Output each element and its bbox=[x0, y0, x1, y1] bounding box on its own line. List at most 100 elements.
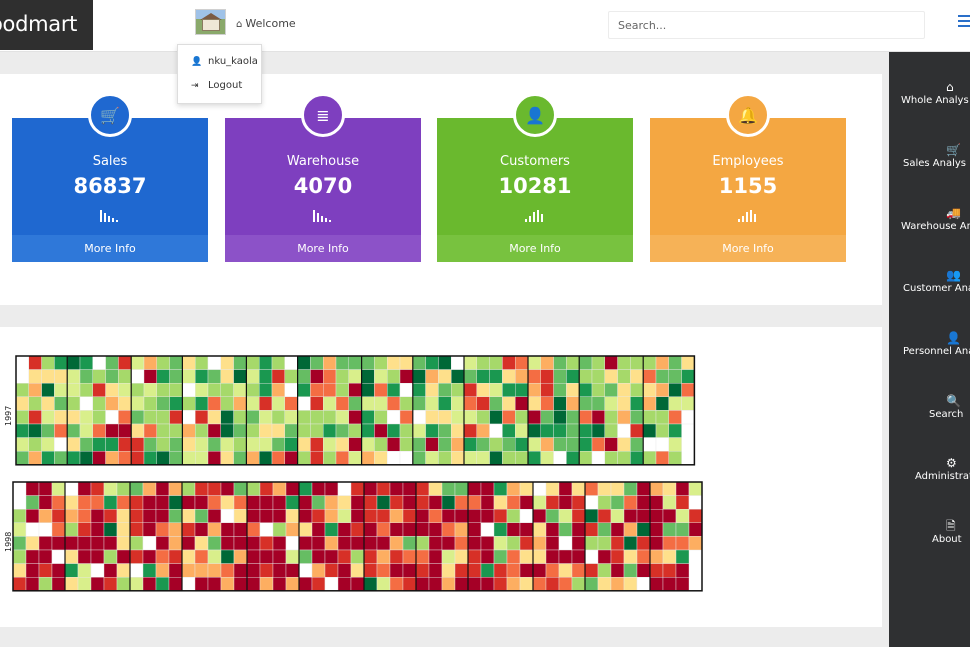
calendar-day-cell bbox=[591, 437, 606, 452]
calendar-day-cell bbox=[335, 450, 350, 465]
calendar-day-cell bbox=[545, 508, 560, 523]
calendar-day-cell bbox=[105, 383, 119, 398]
calendar-day-cell bbox=[489, 383, 503, 398]
calendar-day-cell bbox=[584, 563, 599, 578]
calendar-day-cell bbox=[105, 410, 119, 425]
calendar-day-cell bbox=[246, 355, 260, 370]
calendar-day-cell bbox=[12, 536, 27, 551]
calendar-day-cell bbox=[493, 495, 508, 510]
sidebar-item-whole-analysis[interactable]: ⌂ Whole Analys bbox=[889, 80, 970, 140]
sidebar-item-search[interactable]: 🔍 Search bbox=[889, 394, 970, 454]
calendar-day-cell bbox=[207, 522, 222, 537]
calendar-day-cell bbox=[233, 355, 247, 370]
calendar-day-cell bbox=[519, 481, 534, 496]
calendar-day-cell bbox=[604, 383, 618, 398]
calendar-day-cell bbox=[527, 437, 542, 452]
calendar-day-cell bbox=[630, 383, 644, 398]
calendar-day-cell bbox=[25, 576, 40, 591]
welcome-menu[interactable]: ⌂ Welcome bbox=[236, 17, 296, 30]
calendar-day-cell bbox=[28, 383, 42, 398]
calendar-day-cell bbox=[399, 423, 414, 438]
calendar-day-cell bbox=[480, 549, 495, 564]
calendar-day-cell bbox=[415, 549, 430, 564]
calendar-day-cell bbox=[558, 522, 573, 537]
more-info-link[interactable]: More Info bbox=[12, 235, 208, 262]
brand-logo[interactable]: oodmart bbox=[0, 0, 93, 50]
sidebar-item-personnel-analysis[interactable]: 👤 Personnel Anal bbox=[889, 331, 970, 391]
calendar-day-cell bbox=[361, 410, 375, 425]
calendar-day-cell bbox=[220, 563, 235, 578]
more-info-link[interactable]: More Info bbox=[225, 235, 421, 262]
calendar-day-cell bbox=[623, 481, 638, 496]
calendar-day-cell bbox=[675, 522, 690, 537]
calendar-day-cell bbox=[402, 576, 417, 591]
calendar-day-cell bbox=[311, 522, 326, 537]
calendar-day-cell bbox=[28, 437, 42, 452]
calendar-day-cell bbox=[348, 396, 362, 411]
calendar-day-cell bbox=[415, 536, 430, 551]
calendar-day-cell bbox=[130, 410, 145, 425]
calendar-day-cell bbox=[668, 410, 682, 425]
avatar[interactable] bbox=[195, 9, 226, 35]
dropdown-item-logout[interactable]: ⇥ Logout bbox=[191, 80, 242, 91]
calendar-day-cell bbox=[79, 396, 94, 411]
calendar-day-cell bbox=[623, 563, 638, 578]
menu-toggle-icon[interactable] bbox=[958, 15, 970, 30]
calendar-day-cell bbox=[246, 536, 261, 551]
calendar-year-1998 bbox=[12, 481, 703, 592]
calendar-day-cell bbox=[169, 396, 183, 411]
calendar-day-cell bbox=[553, 369, 567, 384]
calendar-day-cell bbox=[374, 355, 388, 370]
search-input[interactable] bbox=[608, 11, 925, 39]
calendar-day-cell bbox=[412, 383, 426, 398]
calendar-day-cell bbox=[688, 481, 703, 496]
calendar-day-cell bbox=[220, 383, 234, 398]
user-icon: 👤 bbox=[513, 93, 557, 137]
calendar-day-cell bbox=[233, 522, 248, 537]
calendar-day-cell bbox=[143, 369, 158, 384]
calendar-day-cell bbox=[688, 495, 703, 510]
calendar-day-cell bbox=[623, 536, 638, 551]
calendar-day-cell bbox=[103, 536, 118, 551]
calendar-day-cell bbox=[527, 369, 542, 384]
calendar-day-cell bbox=[220, 396, 234, 411]
calendar-day-cell bbox=[571, 522, 586, 537]
calendar-day-cell bbox=[284, 437, 298, 452]
calendar-day-cell bbox=[271, 383, 286, 398]
calendar-day-cell bbox=[610, 481, 625, 496]
calendar-day-cell bbox=[348, 410, 362, 425]
more-info-link[interactable]: More Info bbox=[650, 235, 846, 262]
calendar-day-cell bbox=[399, 410, 414, 425]
calendar-day-cell bbox=[387, 410, 401, 425]
sidebar-item-warehouse-analysis[interactable]: 🚚 Warehouse Anal bbox=[889, 206, 970, 266]
calendar-day-cell bbox=[38, 563, 53, 578]
calendar-day-cell bbox=[489, 450, 503, 465]
calendar-day-cell bbox=[643, 450, 657, 465]
calendar-day-cell bbox=[271, 410, 286, 425]
more-info-link[interactable]: More Info bbox=[437, 235, 633, 262]
sidebar-item-about[interactable]: 🗎 About bbox=[889, 519, 970, 579]
calendar-day-cell bbox=[337, 563, 352, 578]
calendar-day-cell bbox=[643, 410, 657, 425]
calendar-day-cell bbox=[463, 355, 478, 370]
calendar-day-cell bbox=[143, 437, 158, 452]
calendar-day-cell bbox=[662, 549, 677, 564]
calendar-day-cell bbox=[105, 437, 119, 452]
sidebar-item-sales-analysis[interactable]: 🛒 Sales Analys bbox=[889, 143, 970, 203]
calendar-day-cell bbox=[323, 450, 337, 465]
calendar-day-cell bbox=[350, 522, 365, 537]
calendar-day-cell bbox=[438, 450, 452, 465]
calendar-day-cell bbox=[454, 522, 469, 537]
sidebar-item-label: About bbox=[932, 534, 962, 545]
calendar-day-cell bbox=[207, 423, 222, 438]
dropdown-item-username[interactable]: 👤 nku_kaola bbox=[191, 56, 258, 67]
sidebar-item-administration[interactable]: ⚙ Administratio bbox=[889, 456, 970, 516]
calendar-day-cell bbox=[467, 536, 482, 551]
calendar-day-cell bbox=[169, 383, 183, 398]
calendar-day-cell bbox=[169, 437, 183, 452]
calendar-day-cell bbox=[617, 423, 631, 438]
calendar-day-cell bbox=[324, 549, 339, 564]
calendar-day-cell bbox=[467, 508, 482, 523]
sidebar-item-customer-analysis[interactable]: 👥 Customer Anal bbox=[889, 268, 970, 328]
year-label-1997: 1997 bbox=[4, 405, 13, 426]
